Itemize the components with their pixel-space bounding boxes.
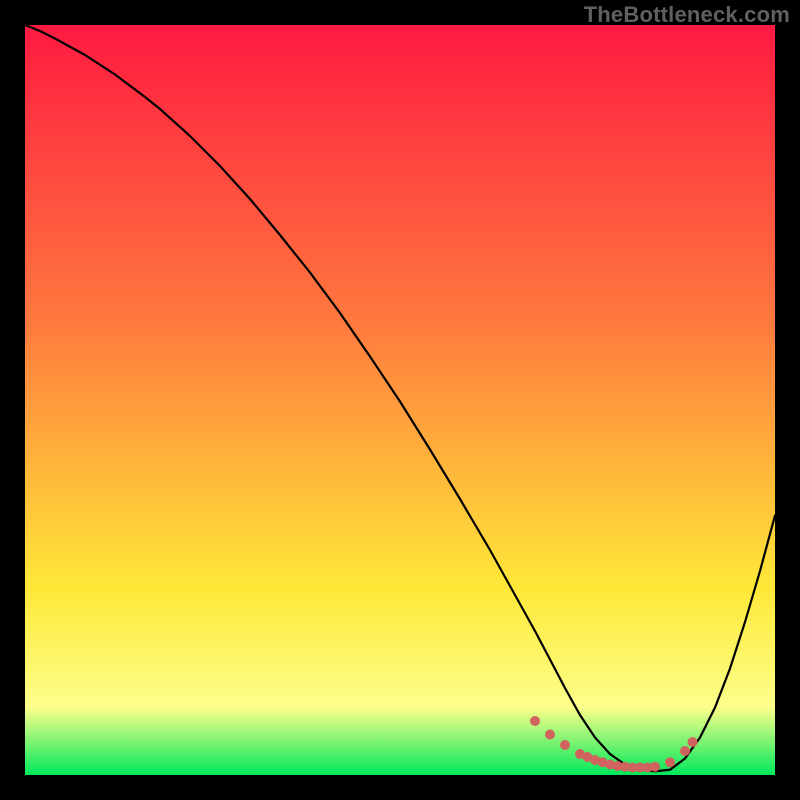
optimal-dot	[688, 737, 698, 747]
optimal-dot	[560, 740, 570, 750]
optimal-dot	[530, 716, 540, 726]
optimal-dot	[680, 746, 690, 756]
chart-frame: TheBottleneck.com	[0, 0, 800, 800]
watermark-label: TheBottleneck.com	[584, 2, 790, 28]
optimal-dot	[545, 730, 555, 740]
optimal-dot	[650, 762, 660, 772]
chart-svg	[25, 25, 775, 775]
plot-area	[25, 25, 775, 775]
optimal-dot	[665, 757, 675, 767]
